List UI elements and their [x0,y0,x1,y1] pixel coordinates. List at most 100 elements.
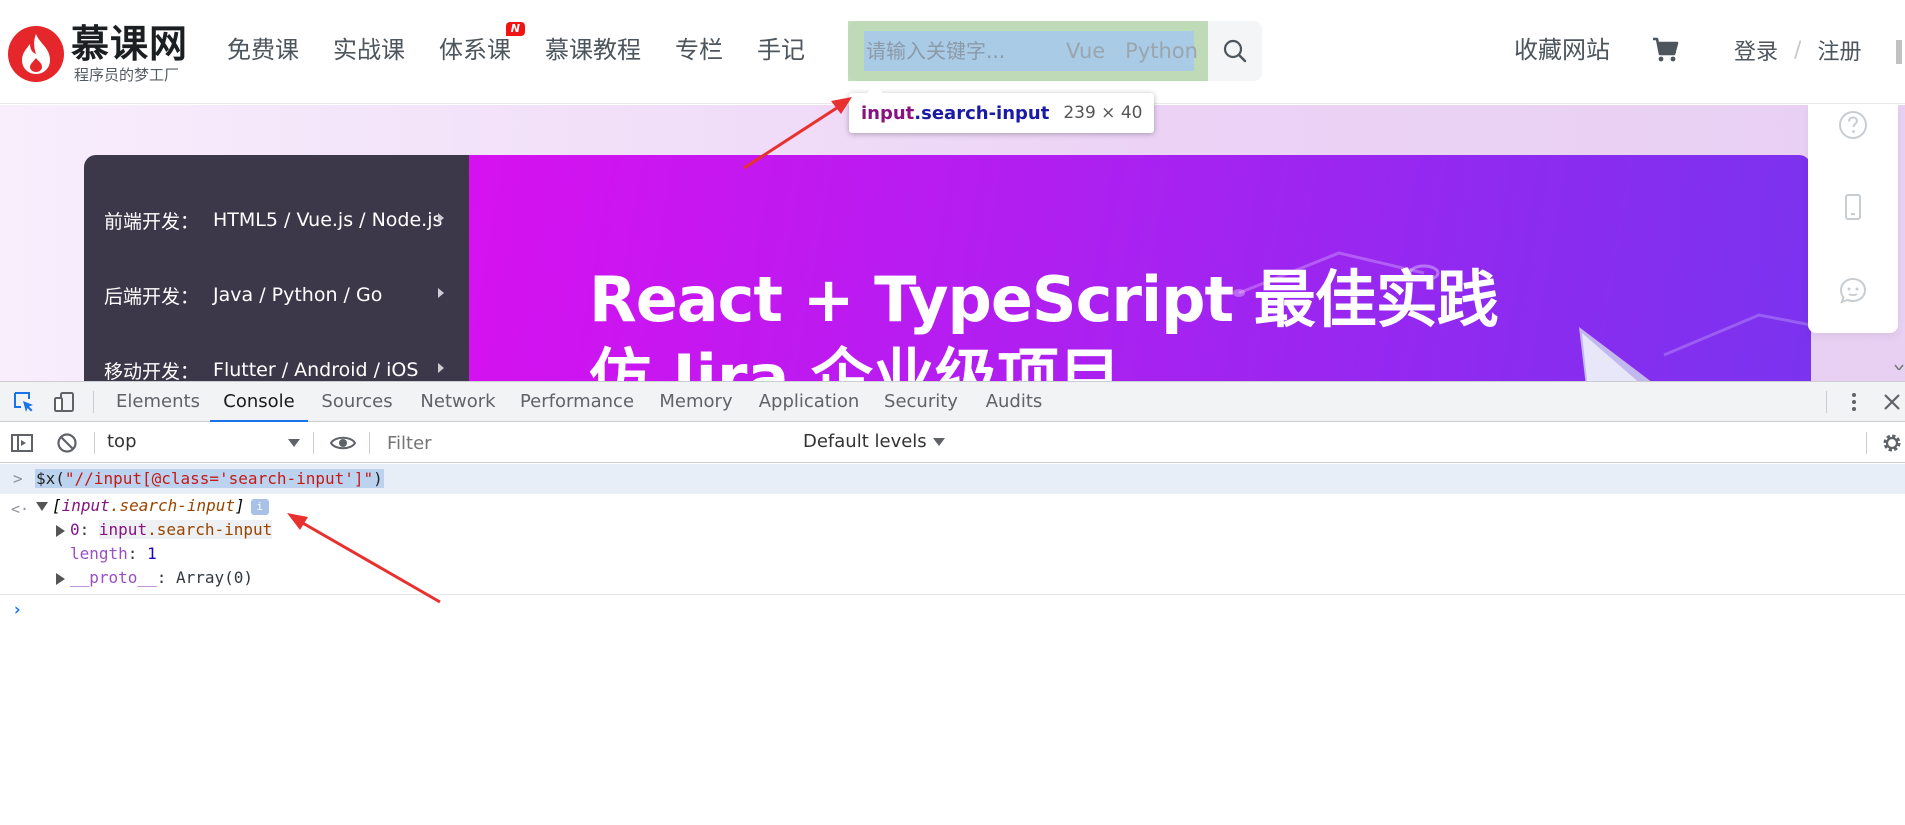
tab-elements[interactable]: Elements [108,382,208,422]
console-command[interactable]: $x("//input[@class='search-input']") [35,469,384,488]
chevron-right-icon [438,288,444,298]
hot-tag-vue[interactable]: Vue [1066,37,1105,65]
category-item-mobile[interactable]: 移动开发： Flutter / Android / iOS [104,355,454,381]
console-result[interactable]: [input.search-input] i [36,494,269,518]
search-box: 请输入关键字... Vue Python [848,21,1262,81]
new-badge: N [505,22,525,36]
nav-item-columns[interactable]: 专栏 [675,32,723,68]
category-item-backend[interactable]: 后端开发： Java / Python / Go [104,280,454,310]
gear-icon[interactable] [1880,431,1904,455]
proto-key: __proto__ [70,568,157,587]
live-expression-eye-icon[interactable] [329,431,357,455]
result-proto[interactable]: __proto__: Array(0) [56,566,253,590]
console-input-row[interactable]: › [0,594,1905,624]
category-items: Java / Python / Go [213,284,383,306]
nav-item-tutorials[interactable]: 慕课教程 [545,32,641,68]
tab-console[interactable]: Console [210,382,308,422]
category-title: 后端开发： [104,285,200,308]
entry-separator: : [79,520,99,539]
entry-index: 0 [70,520,80,539]
command-string: "//input[@class='search-input']" [64,469,374,488]
log-levels-select[interactable]: Default levels [803,431,945,452]
toolbar-divider [369,432,370,454]
header-right: 收藏网站 登录 / 注册 [1514,32,1861,68]
hero-subtitle: 仿 Jira 企业级项目 [589,341,1121,382]
category-items: Flutter / Android / iOS [213,359,419,381]
tab-sources[interactable]: Sources [310,382,404,422]
favorite-site-link[interactable]: 收藏网站 [1514,32,1610,68]
proto-value: Array(0) [175,568,254,587]
page-scrollbar[interactable] [1894,40,1904,370]
console-output: > $x("//input[@class='search-input']") <… [0,464,1905,825]
expand-triangle-icon[interactable] [56,524,65,537]
toolbar-divider [93,391,94,413]
category-item-frontend[interactable]: 前端开发： HTML5 / Vue.js / Node.js [104,205,454,235]
length-key: length [70,544,128,563]
prompt-chevron-icon: › [12,600,23,620]
result-arrow-icon: <· [11,500,30,518]
devtools-panel: Elements Console Sources Network Perform… [0,381,1905,825]
search-input[interactable]: 请输入关键字... Vue Python [848,21,1208,81]
hot-tag-python[interactable]: Python [1125,37,1198,65]
tab-audits[interactable]: Audits [974,382,1054,422]
chat-icon[interactable] [1837,275,1869,307]
length-value: 1 [147,544,157,563]
entry-class: .search-input [147,520,273,539]
nav-item-label: 慕课教程 [545,36,641,64]
console-toolbar: top Default levels [0,423,1905,463]
result-length: length: 1 [70,542,157,566]
register-link[interactable]: 注册 [1817,34,1861,66]
context-select[interactable]: top [107,431,137,452]
sidebar-toggle-icon[interactable] [10,431,34,455]
hero-title: React + TypeScript 最佳实践 [589,263,1499,336]
clear-console-icon[interactable] [55,431,79,455]
result-entry-0[interactable]: 0: input.search-input [56,518,273,542]
mobile-icon[interactable] [1837,191,1869,223]
search-button[interactable] [1208,21,1262,81]
chevron-right-icon [438,213,444,223]
toolbar-divider [313,432,314,454]
console-command-row[interactable]: > $x("//input[@class='search-input']") [0,464,1905,494]
category-title: 前端开发： [104,210,200,233]
inspect-element-icon[interactable] [12,390,36,414]
device-toolbar-icon[interactable] [52,390,76,414]
tooltip-class: .search-input [914,102,1050,124]
help-icon[interactable] [1837,109,1869,141]
expand-triangle-icon[interactable] [56,572,65,585]
log-levels-label: Default levels [803,431,927,452]
inspect-tooltip: input .search-input 239 × 40 [849,85,1155,133]
tab-performance[interactable]: Performance [512,382,642,422]
nav-item-notes[interactable]: 手记 [757,32,805,68]
tooltip-tag: input [861,102,915,124]
chevron-down-icon [288,439,300,447]
tab-security[interactable]: Security [874,382,968,422]
more-options-icon[interactable] [1842,390,1866,414]
logo-name: 慕课网 [71,22,189,66]
nav-item-label: 实战课 [333,36,405,64]
nav-item-free-courses[interactable]: 免费课 [227,32,299,68]
tab-memory[interactable]: Memory [648,382,744,422]
hero-banner[interactable]: React + TypeScript 最佳实践 仿 Jira 企业级项目 [469,155,1811,381]
tab-application[interactable]: Application [750,382,868,422]
chevron-right-icon [438,363,444,373]
login-link[interactable]: 登录 [1734,34,1778,66]
tooltip-size: 239 × 40 [1063,103,1143,123]
entry-tag: input [98,520,148,539]
hot-tags: Vue Python [1066,37,1218,65]
entry-element[interactable]: input.search-input [98,520,273,539]
site-logo[interactable]: 慕课网 程序员的梦工厂 [8,22,198,88]
nav-item-system-courses[interactable]: 体系课 N [439,22,525,68]
nav-item-label: 手记 [757,36,805,64]
filter-input[interactable] [381,429,791,457]
cart-icon[interactable] [1650,35,1680,65]
expand-triangle-icon[interactable] [36,502,48,511]
logo-slogan: 程序员的梦工厂 [74,66,180,84]
close-icon[interactable] [1880,390,1904,414]
info-icon[interactable]: i [250,498,269,515]
login-divider: / [1794,37,1802,63]
nav-item-label: 免费课 [227,36,299,64]
nav-item-practical-courses[interactable]: 实战课 [333,32,405,68]
page: 慕课网 程序员的梦工厂 免费课 实战课 体系课 N 慕课教程 专栏 手记 请输入关… [0,0,1905,825]
tab-network[interactable]: Network [408,382,508,422]
category-menu: 前端开发： HTML5 / Vue.js / Node.js 后端开发： Jav… [84,155,469,381]
